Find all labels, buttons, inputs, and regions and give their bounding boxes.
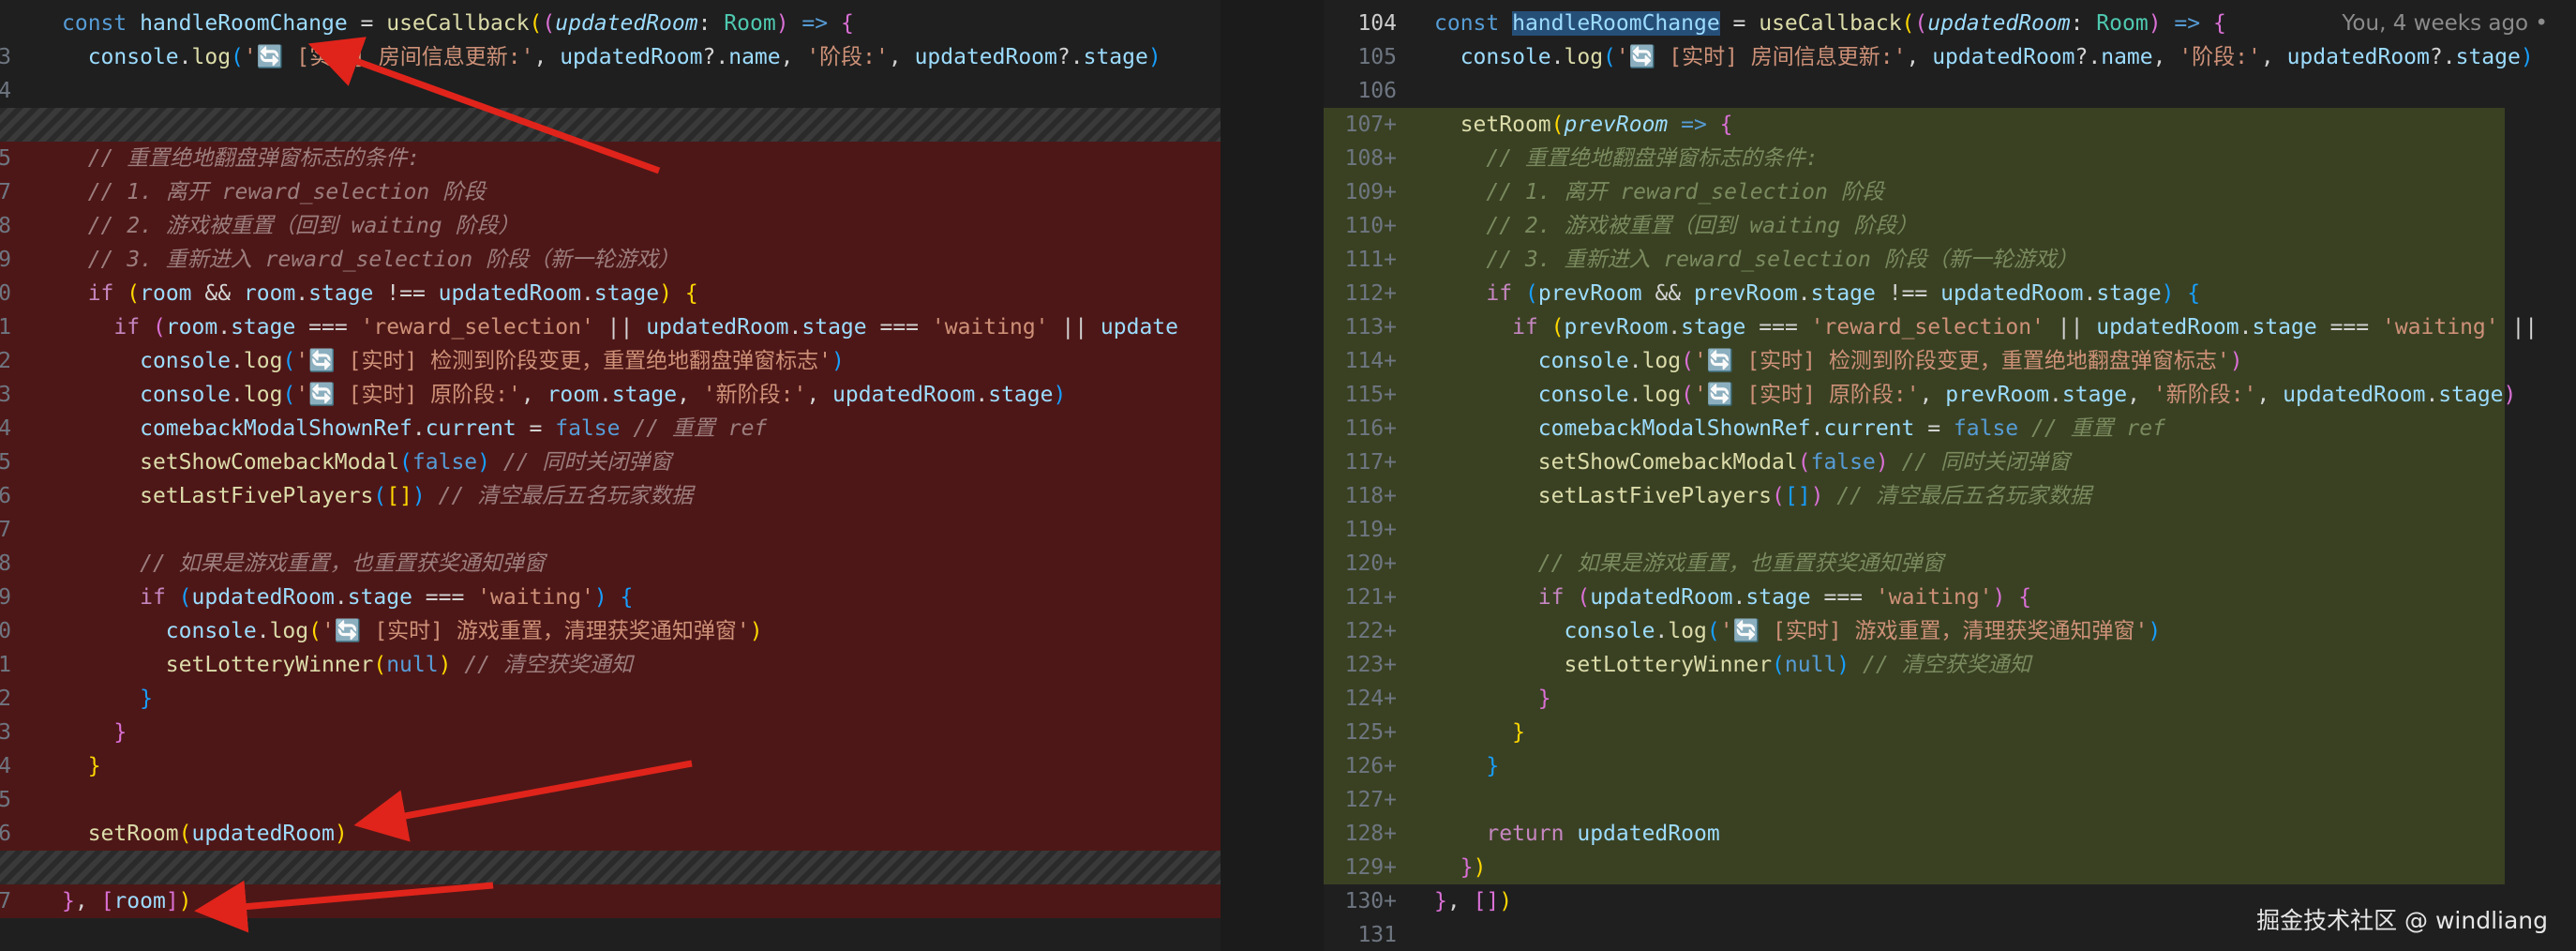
git-blame-annotation[interactable]: You, 4 weeks ago • (2342, 7, 2548, 40)
line-number: 121+ (1344, 585, 1397, 610)
line-number: 0 (0, 281, 11, 306)
line-number: 122+ (1344, 619, 1397, 643)
line-number: 107+ (1344, 113, 1397, 137)
line-number: 1 (0, 315, 11, 340)
line-number: 126+ (1344, 754, 1397, 778)
line-number: 5 (0, 450, 11, 475)
line-number: 8 (0, 551, 11, 576)
line-number: 111+ (1344, 248, 1397, 272)
line-number: 128+ (1344, 822, 1397, 846)
line-number: 3 (0, 720, 11, 745)
line-number: 1 (0, 653, 11, 677)
line-number: 5 (0, 788, 11, 812)
line-number: 106 (1357, 79, 1397, 103)
line-number: 4 (0, 416, 11, 441)
line-number: 4 (0, 754, 11, 778)
code-line: 3 const handleRoomChange = useCallback((… (0, 7, 1221, 69)
line-number: 6 (0, 822, 11, 846)
code-line: 4 console.log('🔄 [实时] 房间信息更新:', updatedR… (0, 40, 1221, 103)
line-number: 8 (0, 214, 11, 238)
line-number: 123+ (1344, 653, 1397, 677)
line-number: 117+ (1344, 450, 1397, 475)
line-number: 114+ (1344, 349, 1397, 373)
line-number: 125+ (1344, 720, 1397, 745)
pane-divider[interactable] (1221, 0, 1324, 951)
line-number: 131 (1357, 923, 1397, 947)
line-number: 110+ (1344, 214, 1397, 238)
watermark: 掘金技术社区 @ windliang (2256, 907, 2548, 934)
line-number: 108+ (1344, 146, 1397, 171)
line-number: 7 (0, 180, 11, 204)
line-number: 9 (0, 248, 11, 272)
line-number: 113+ (1344, 315, 1397, 340)
line-number: 104 (1357, 11, 1397, 36)
line-number: 105 (1357, 45, 1397, 69)
diff-filler (0, 108, 1221, 142)
line-number: 119+ (1344, 518, 1397, 542)
line-number: 109+ (1344, 180, 1397, 204)
line-number: 7 (0, 889, 11, 913)
diff-filler (0, 851, 1221, 884)
line-number: 3 (0, 383, 11, 407)
line-number: 9 (0, 585, 11, 610)
line-number: 6 (0, 484, 11, 508)
line-number: 120+ (1344, 551, 1397, 576)
line-number: 2 (0, 687, 11, 711)
diff-modified-pane[interactable]: 104 const handleRoomChange = useCallback(… (1324, 0, 2576, 951)
line-number: 116+ (1344, 416, 1397, 441)
line-number: 5 (0, 146, 11, 171)
diff-original-pane[interactable]: 3 const handleRoomChange = useCallback((… (0, 0, 1221, 951)
line-number: 129+ (1344, 855, 1397, 880)
line-number: 115+ (1344, 383, 1397, 407)
line-number: 4 (0, 79, 11, 103)
line-number: 0 (0, 619, 11, 643)
line-number: 7 (0, 518, 11, 542)
line-number: 130+ (1344, 889, 1397, 913)
line-number: 127+ (1344, 788, 1397, 812)
line-number: 118+ (1344, 484, 1397, 508)
line-number: 112+ (1344, 281, 1397, 306)
line-number: 2 (0, 349, 11, 373)
line-number: 124+ (1344, 687, 1397, 711)
